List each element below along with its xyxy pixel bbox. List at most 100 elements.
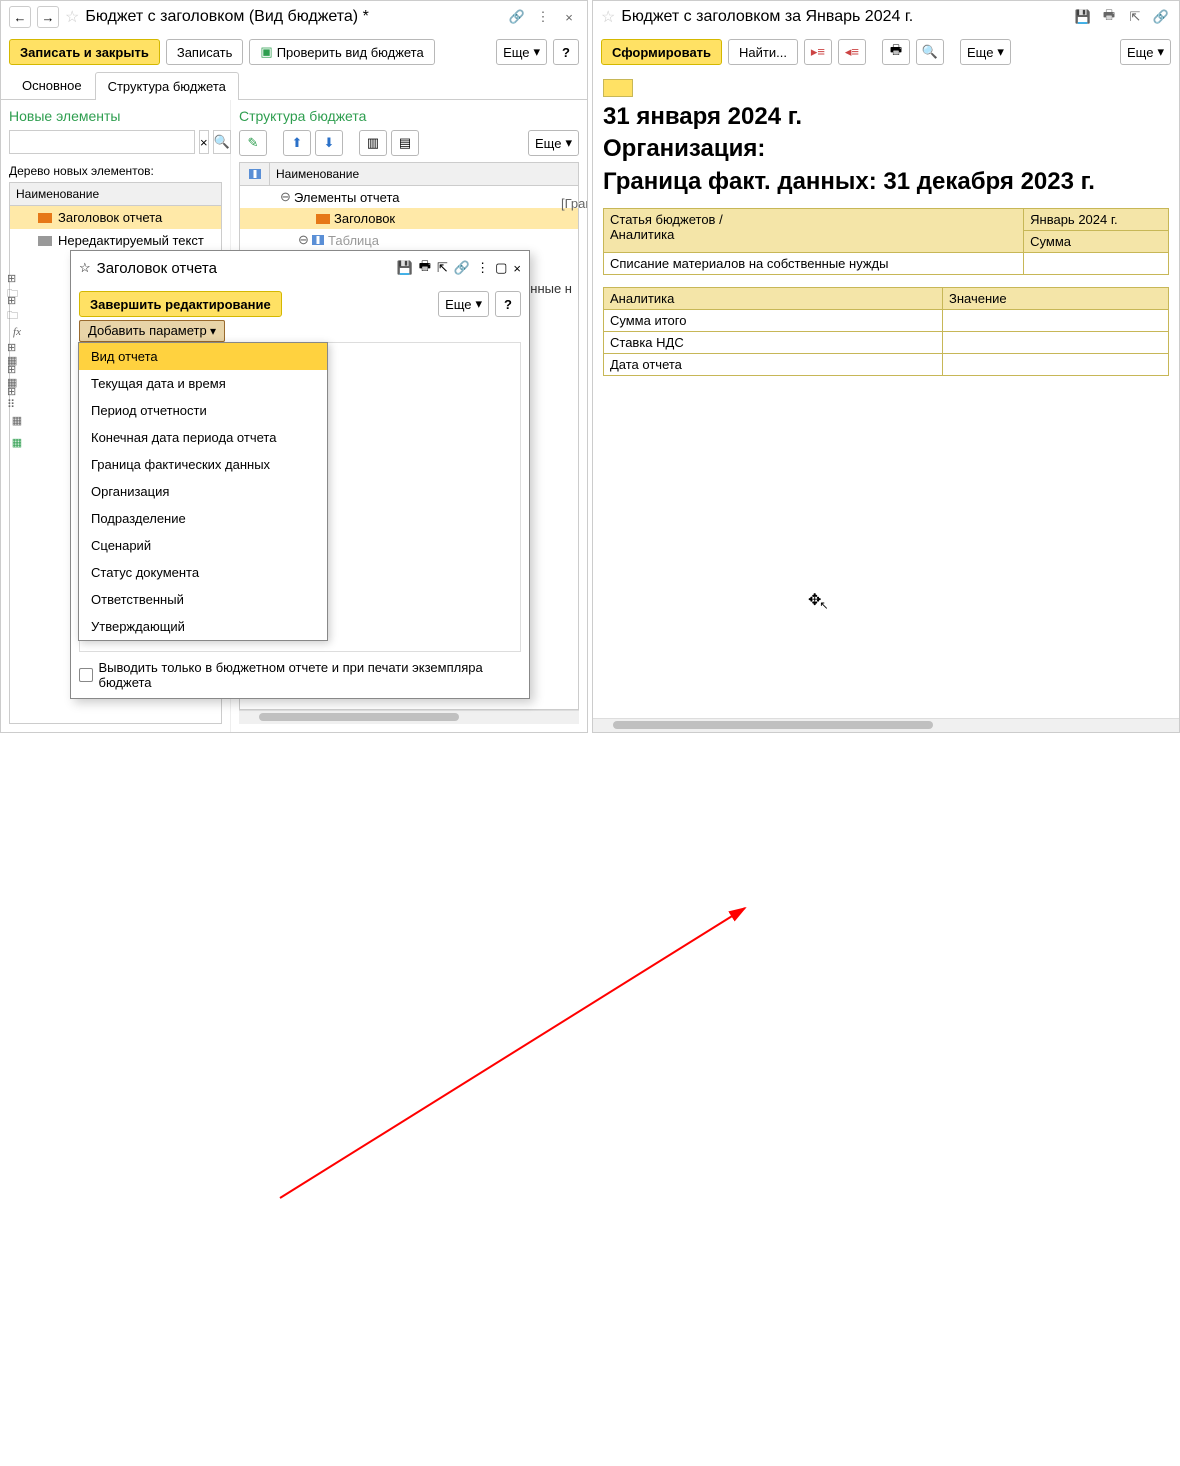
report-selection-corner[interactable]: [603, 79, 633, 97]
move-up-button[interactable]: ⬆: [283, 130, 311, 156]
favorite-icon[interactable]: ☆: [65, 7, 79, 27]
struct-title: Структура бюджета: [239, 108, 579, 124]
struct-row-report-elements[interactable]: ⊖ Элементы отчета: [240, 186, 578, 208]
expander-icon[interactable]: ⊖: [298, 232, 308, 248]
noneditable-text-icon: [38, 236, 52, 246]
generate-button[interactable]: Сформировать: [601, 39, 722, 65]
export-icon[interactable]: ⇱: [437, 260, 448, 276]
dd-item-report-type[interactable]: Вид отчета: [79, 343, 327, 370]
toggle-cols-button[interactable]: ▥: [359, 130, 387, 156]
finish-editing-button[interactable]: Завершить редактирование: [79, 291, 282, 317]
tree-header: Наименование: [9, 182, 222, 206]
save-icon[interactable]: 💾: [397, 260, 413, 276]
tab-main[interactable]: Основное: [9, 71, 95, 99]
save-button[interactable]: Записать: [166, 39, 244, 65]
struct-row-header[interactable]: Заголовок: [240, 208, 578, 229]
popup-help-button[interactable]: ?: [495, 291, 521, 317]
expander-icon[interactable]: ⊖: [280, 189, 290, 205]
save-and-close-button[interactable]: Записать и закрыть: [9, 39, 160, 65]
link-icon[interactable]: 🔗: [1151, 7, 1171, 27]
struct-more-button[interactable]: Еще ▾: [528, 130, 579, 156]
edit-button[interactable]: ✎: [239, 130, 267, 156]
checkbox-label: Выводить только в бюджетном отчете и при…: [99, 660, 522, 690]
preview-button[interactable]: 🔍: [916, 39, 944, 65]
expand-tree-button[interactable]: ▸≡: [804, 39, 832, 65]
dd-item-scenario[interactable]: Сценарий: [79, 532, 327, 559]
chevron-down-icon: ▾: [1157, 44, 1164, 60]
t2-row-total: Сумма итого: [604, 310, 943, 332]
t2-row-vat: Ставка НДС: [604, 332, 943, 354]
report-header-icon: [316, 214, 330, 224]
side-icon-5: ⊞ ▦: [7, 367, 27, 385]
popup-more-button[interactable]: Еще ▾: [438, 291, 489, 317]
template-placeholder-text: [ГраницаФактическихДанных]: [561, 196, 587, 211]
report-table-1: Статья бюджетов /Аналитика Январь 2024 г…: [603, 208, 1169, 275]
struct-col-icon-header: [240, 163, 270, 185]
side-icon-6: ⊞ ⠿: [7, 389, 27, 407]
find-button[interactable]: Найти...: [728, 39, 798, 65]
report-table-2: Аналитика Значение Сумма итого Ставка НД…: [603, 287, 1169, 376]
annotation-arrow: [0, 733, 1180, 1466]
print-icon[interactable]: 🖶: [419, 257, 431, 279]
h-scrollbar-right[interactable]: [593, 718, 1179, 732]
struct-row-table[interactable]: ⊖ Таблица: [240, 229, 578, 251]
report-heading-date: 31 января 2024 г.: [603, 101, 1169, 133]
side-icon-fx: fx: [7, 323, 27, 341]
tree-row-header[interactable]: Заголовок отчета: [10, 206, 221, 229]
favorite-icon[interactable]: ☆: [79, 260, 91, 276]
nav-forward-button[interactable]: →: [37, 6, 59, 28]
clear-search-button[interactable]: ×: [199, 130, 209, 154]
t1-header-article: Статья бюджетов /Аналитика: [604, 209, 1024, 253]
dd-item-approver[interactable]: Утверждающий: [79, 613, 327, 640]
search-button[interactable]: 🔍: [213, 130, 231, 154]
t1-header-sum: Сумма: [1024, 231, 1169, 253]
dd-item-responsible[interactable]: Ответственный: [79, 586, 327, 613]
t1-row-materials: Списание материалов на собственные нужды: [604, 253, 1024, 275]
dd-item-organization[interactable]: Организация: [79, 478, 327, 505]
tree-row-text[interactable]: Нередактируемый текст: [10, 229, 221, 252]
h-scrollbar[interactable]: [239, 710, 579, 724]
check-budget-button[interactable]: ▣ Проверить вид бюджета: [249, 39, 434, 65]
more-button-right-1[interactable]: Еще ▾: [960, 39, 1011, 65]
t2-header-value: Значение: [943, 288, 1169, 310]
side-icon-2: ⊞ 🗀: [7, 301, 27, 319]
nav-back-button[interactable]: ←: [9, 6, 31, 28]
dd-item-doc-status[interactable]: Статус документа: [79, 559, 327, 586]
maximize-icon[interactable]: ▢: [495, 260, 507, 276]
kebab-icon[interactable]: ⋮: [476, 260, 489, 276]
link-icon[interactable]: 🔗: [507, 7, 527, 27]
table-icon: [312, 235, 324, 245]
print-button[interactable]: 🖶: [882, 39, 910, 65]
show-only-in-report-checkbox[interactable]: [79, 668, 93, 682]
add-parameter-button[interactable]: Добавить параметр ▾: [79, 320, 225, 342]
dd-item-department[interactable]: Подразделение: [79, 505, 327, 532]
side-icon-8: ▦: [7, 433, 27, 451]
export-icon[interactable]: ⇱: [1125, 7, 1145, 27]
t1-header-period: Январь 2024 г.: [1024, 209, 1169, 231]
close-icon[interactable]: ×: [559, 7, 579, 27]
new-elements-search-input[interactable]: [9, 130, 195, 154]
dd-item-current-datetime[interactable]: Текущая дата и время: [79, 370, 327, 397]
more-button-left[interactable]: Еще ▾: [496, 39, 547, 65]
window-title-right: Бюджет с заголовком за Январь 2024 г.: [621, 8, 1067, 26]
dd-item-end-date[interactable]: Конечная дата периода отчета: [79, 424, 327, 451]
collapse-tree-button[interactable]: ◂≡: [838, 39, 866, 65]
more-button-right-2[interactable]: Еще ▾: [1120, 39, 1171, 65]
save-icon[interactable]: 💾: [1073, 7, 1093, 27]
add-parameter-dropdown: Вид отчета Текущая дата и время Период о…: [78, 342, 328, 641]
dd-item-fact-boundary[interactable]: Граница фактических данных: [79, 451, 327, 478]
print-icon[interactable]: 🖶: [1099, 7, 1119, 27]
tab-structure[interactable]: Структура бюджета: [95, 72, 239, 100]
dd-item-period[interactable]: Период отчетности: [79, 397, 327, 424]
chevron-down-icon: ▾: [565, 135, 572, 151]
t2-row-date: Дата отчета: [604, 354, 943, 376]
link-icon[interactable]: 🔗: [454, 260, 470, 276]
help-button-left[interactable]: ?: [553, 39, 579, 65]
favorite-icon[interactable]: ☆: [601, 7, 615, 27]
kebab-icon[interactable]: ⋮: [533, 7, 553, 27]
close-icon[interactable]: ×: [513, 261, 521, 276]
chevron-down-icon: ▾: [476, 296, 483, 312]
report-heading-org: Организация:: [603, 133, 1169, 165]
toggle-rows-button[interactable]: ▤: [391, 130, 419, 156]
move-down-button[interactable]: ⬇: [315, 130, 343, 156]
